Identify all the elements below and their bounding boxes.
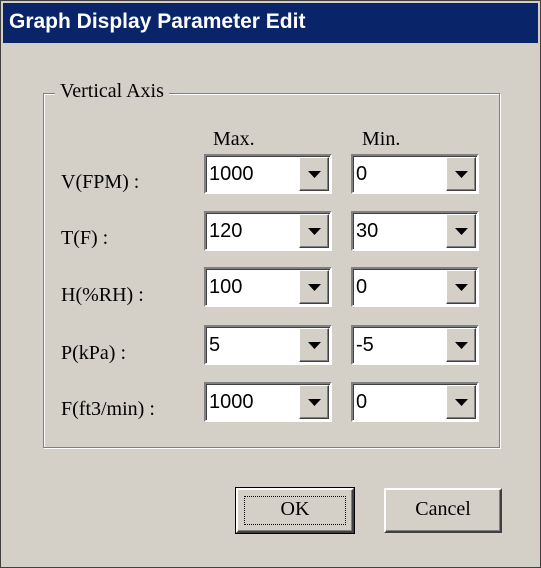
velocity-max-combo[interactable]: 1000 bbox=[204, 154, 332, 194]
pressure-min-value: -5 bbox=[356, 334, 374, 356]
row-label-velocity: V(FPM) : bbox=[61, 171, 140, 193]
cancel-button-label: Cancel bbox=[415, 498, 471, 520]
row-label-flow: F(ft3/min) : bbox=[61, 398, 155, 420]
temperature-min-value: 30 bbox=[356, 220, 379, 242]
humidity-min-combo[interactable]: 0 bbox=[351, 267, 479, 307]
dropdown-arrow-icon[interactable] bbox=[299, 385, 329, 419]
title-bar[interactable]: Graph Display Parameter Edit bbox=[3, 3, 538, 43]
dropdown-arrow-icon[interactable] bbox=[299, 214, 329, 248]
window-title: Graph Display Parameter Edit bbox=[9, 10, 306, 33]
row-label-temperature: T(F) : bbox=[61, 227, 109, 249]
min-column-header: Min. bbox=[362, 128, 401, 150]
pressure-max-combo[interactable]: 5 bbox=[204, 325, 332, 365]
humidity-min-value: 0 bbox=[356, 276, 368, 298]
dropdown-arrow-icon[interactable] bbox=[446, 328, 476, 362]
row-label-humidity: H(%RH) : bbox=[61, 284, 144, 306]
flow-max-value: 1000 bbox=[209, 391, 254, 413]
graph-display-parameter-dialog: Graph Display Parameter Edit Vertical Ax… bbox=[0, 0, 541, 568]
row-label-pressure: P(kPa) : bbox=[61, 342, 126, 364]
humidity-max-value: 100 bbox=[209, 276, 243, 298]
dropdown-arrow-icon[interactable] bbox=[299, 328, 329, 362]
pressure-min-combo[interactable]: -5 bbox=[351, 325, 479, 365]
max-column-header: Max. bbox=[213, 128, 255, 150]
vertical-axis-group-label: Vertical Axis bbox=[55, 80, 169, 103]
pressure-max-value: 5 bbox=[209, 334, 221, 356]
cancel-button[interactable]: Cancel bbox=[384, 488, 502, 533]
temperature-max-combo[interactable]: 120 bbox=[204, 211, 332, 251]
dropdown-arrow-icon[interactable] bbox=[299, 157, 329, 191]
temperature-min-combo[interactable]: 30 bbox=[351, 211, 479, 251]
dropdown-arrow-icon[interactable] bbox=[446, 270, 476, 304]
ok-button-label: OK bbox=[280, 498, 310, 520]
dropdown-arrow-icon[interactable] bbox=[446, 385, 476, 419]
dropdown-arrow-icon[interactable] bbox=[299, 270, 329, 304]
flow-min-value: 0 bbox=[356, 391, 368, 413]
humidity-max-combo[interactable]: 100 bbox=[204, 267, 332, 307]
flow-min-combo[interactable]: 0 bbox=[351, 382, 479, 422]
flow-max-combo[interactable]: 1000 bbox=[204, 382, 332, 422]
velocity-min-combo[interactable]: 0 bbox=[351, 154, 479, 194]
ok-button[interactable]: OK bbox=[235, 487, 355, 534]
dropdown-arrow-icon[interactable] bbox=[446, 214, 476, 248]
dropdown-arrow-icon[interactable] bbox=[446, 157, 476, 191]
velocity-min-value: 0 bbox=[356, 163, 368, 185]
temperature-max-value: 120 bbox=[209, 220, 243, 242]
velocity-max-value: 1000 bbox=[209, 163, 254, 185]
